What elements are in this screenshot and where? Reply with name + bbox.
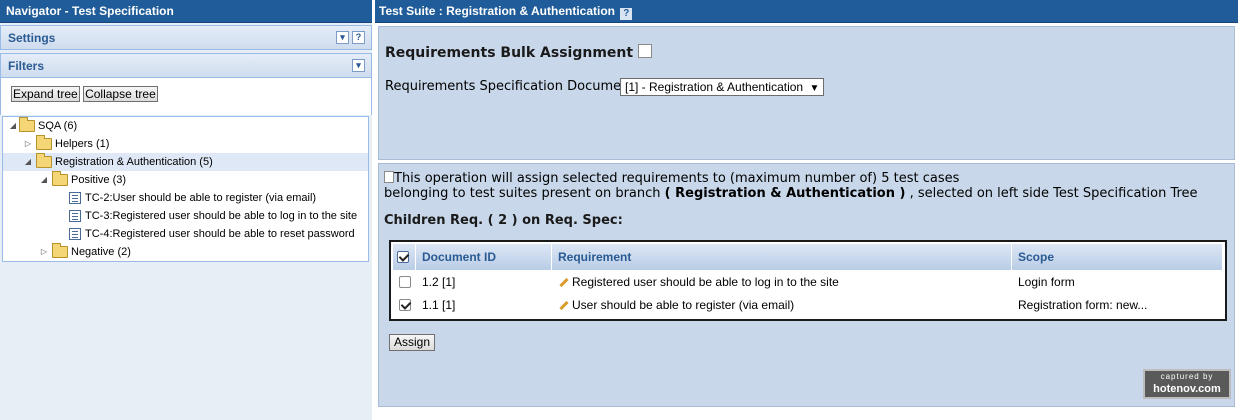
help-icon[interactable]: ? [620,8,633,20]
column-header-document-id[interactable]: Document ID [416,244,552,270]
dropdown-arrow-icon: ▼ [809,83,820,94]
tree-node-tc-2[interactable]: TC-2:User should be able to register (vi… [3,189,368,207]
info-line-2: belonging to test suites present on bran… [384,186,1198,201]
expand-tree-button[interactable]: Expand tree [11,86,80,102]
main-pane: Test Suite : Registration & Authenticati… [375,0,1238,420]
bulk-assignment-panel: Requirements Bulk Assignment Requirement… [378,26,1235,160]
tree-node-registration[interactable]: ◢ Registration & Authentication (5) [3,153,368,171]
folder-icon [36,135,52,150]
chevron-down-icon[interactable]: ▾ [336,31,349,44]
expanded-arrow-icon[interactable]: ◢ [8,117,18,135]
tree-node-positive[interactable]: ◢ Positive (3) [3,171,368,189]
info-suffix: , selected on left side Test Specificati… [909,186,1198,201]
collapsed-arrow-icon[interactable]: ▷ [23,135,33,153]
tree-node-label: Negative (2) [71,246,131,258]
tree-node-label: TC-4:Registered user should be able to r… [85,228,355,240]
test-case-icon [69,210,81,222]
navigator-title: Navigator - Test Specification [0,0,372,23]
column-header-scope[interactable]: Scope [1012,244,1223,270]
table-row[interactable]: 1.2 [1] Registered user should be able t… [393,271,1223,293]
requirement-cell[interactable]: Registered user should be able to log in… [552,271,1012,293]
expanded-arrow-icon[interactable]: ◢ [39,171,49,189]
collapse-tree-button[interactable]: Collapse tree [83,86,158,102]
select-all-checkbox[interactable] [397,251,409,263]
info-image-alt-text: This operation will assign selected requ… [394,171,960,186]
tree-node-sqa[interactable]: ◢ SQA (6) [3,117,368,135]
expanded-arrow-icon[interactable]: ◢ [23,153,33,171]
requirements-panel: This operation will assign selected requ… [378,163,1235,407]
tree-node-label: TC-3:Registered user should be able to l… [85,210,358,222]
pencil-icon[interactable] [558,300,568,310]
tree-button-bar: Expand tree Collapse tree [0,78,372,115]
tree-node-negative[interactable]: ▷ Negative (2) [3,243,368,261]
broken-image-icon [637,44,652,58]
doc-id-cell: 1.1 [1] [422,298,456,312]
tree-node-label: SQA (6) [38,120,78,132]
bulk-assignment-heading: Requirements Bulk Assignment [385,44,652,61]
collapsed-arrow-icon[interactable]: ▷ [39,243,49,261]
tree-node-helpers[interactable]: ▷ Helpers (1) [3,135,368,153]
requirement-text: Registered user should be able to log in… [572,275,839,289]
filters-panel-header[interactable]: Filters ▾ [0,53,372,78]
info-line-1: This operation will assign selected requ… [384,171,959,186]
test-case-icon [69,228,81,240]
pencil-icon[interactable] [558,277,568,287]
settings-label: Settings [8,31,56,45]
navigator-pane: Navigator - Test Specification Settings … [0,0,372,420]
settings-panel-header[interactable]: Settings ▾ ? [0,25,372,50]
info-prefix: belonging to test suites present on bran… [384,186,661,201]
assign-button[interactable]: Assign [389,334,436,351]
table-header-row: Document ID Requirement Scope [393,244,1223,270]
tree-node-label: Helpers (1) [55,138,110,150]
help-icon[interactable]: ? [352,31,365,44]
row-checkbox-cell[interactable] [393,294,416,316]
req-spec-selected: [1] - Registration & Authentication [625,80,804,94]
requirements-table: Document ID Requirement Scope 1.2 [1] Re… [389,240,1227,321]
watermark-line-2: hotenov.com [1153,383,1221,395]
column-header-requirement[interactable]: Requirement [552,244,1012,270]
test-suite-title-bar: Test Suite : Registration & Authenticati… [375,0,1238,23]
test-suite-title: Test Suite : Registration & Authenticati… [379,4,616,18]
tree-node-tc-3[interactable]: TC-3:Registered user should be able to l… [3,207,368,225]
row-checkbox-cell[interactable] [393,271,416,293]
req-spec-select[interactable]: [1] - Registration & Authentication ▼ [620,78,825,96]
folder-open-icon [52,171,68,186]
scope-cell: Registration form: new... [1018,298,1148,312]
bulk-assignment-title: Requirements Bulk Assignment [385,45,634,61]
watermark: captured by hotenov.com [1143,369,1231,399]
info-branch-name: ( Registration & Authentication ) [664,186,906,201]
tree-node-label: Registration & Authentication (5) [55,156,213,168]
scope-cell: Login form [1018,275,1075,289]
children-req-heading: Children Req. ( 2 ) on Req. Spec: [384,213,623,228]
watermark-line-1: captured by [1160,372,1214,381]
requirement-text: User should be able to register (via ema… [572,298,795,312]
req-spec-label: Requirements Specification Document [385,79,635,94]
broken-image-icon [384,171,394,183]
row-checkbox[interactable] [399,299,411,311]
requirement-cell[interactable]: User should be able to register (via ema… [552,294,1012,316]
folder-open-icon [19,117,35,132]
tree-node-label: TC-2:User should be able to register (vi… [85,192,317,204]
chevron-down-icon[interactable]: ▾ [352,59,365,72]
filters-label: Filters [8,59,45,73]
tree-node-tc-4[interactable]: TC-4:Registered user should be able to r… [3,225,368,243]
doc-id-cell: 1.2 [1] [422,275,456,289]
folder-open-icon [36,153,52,168]
test-case-icon [69,192,81,204]
test-spec-tree: ◢ SQA (6) ▷ Helpers (1) ◢ Registration &… [2,116,369,262]
table-row[interactable]: 1.1 [1] User should be able to register … [393,294,1223,316]
select-all-header[interactable] [393,244,416,270]
tree-node-label: Positive (3) [71,174,127,186]
folder-icon [52,243,68,258]
row-checkbox[interactable] [399,276,411,288]
